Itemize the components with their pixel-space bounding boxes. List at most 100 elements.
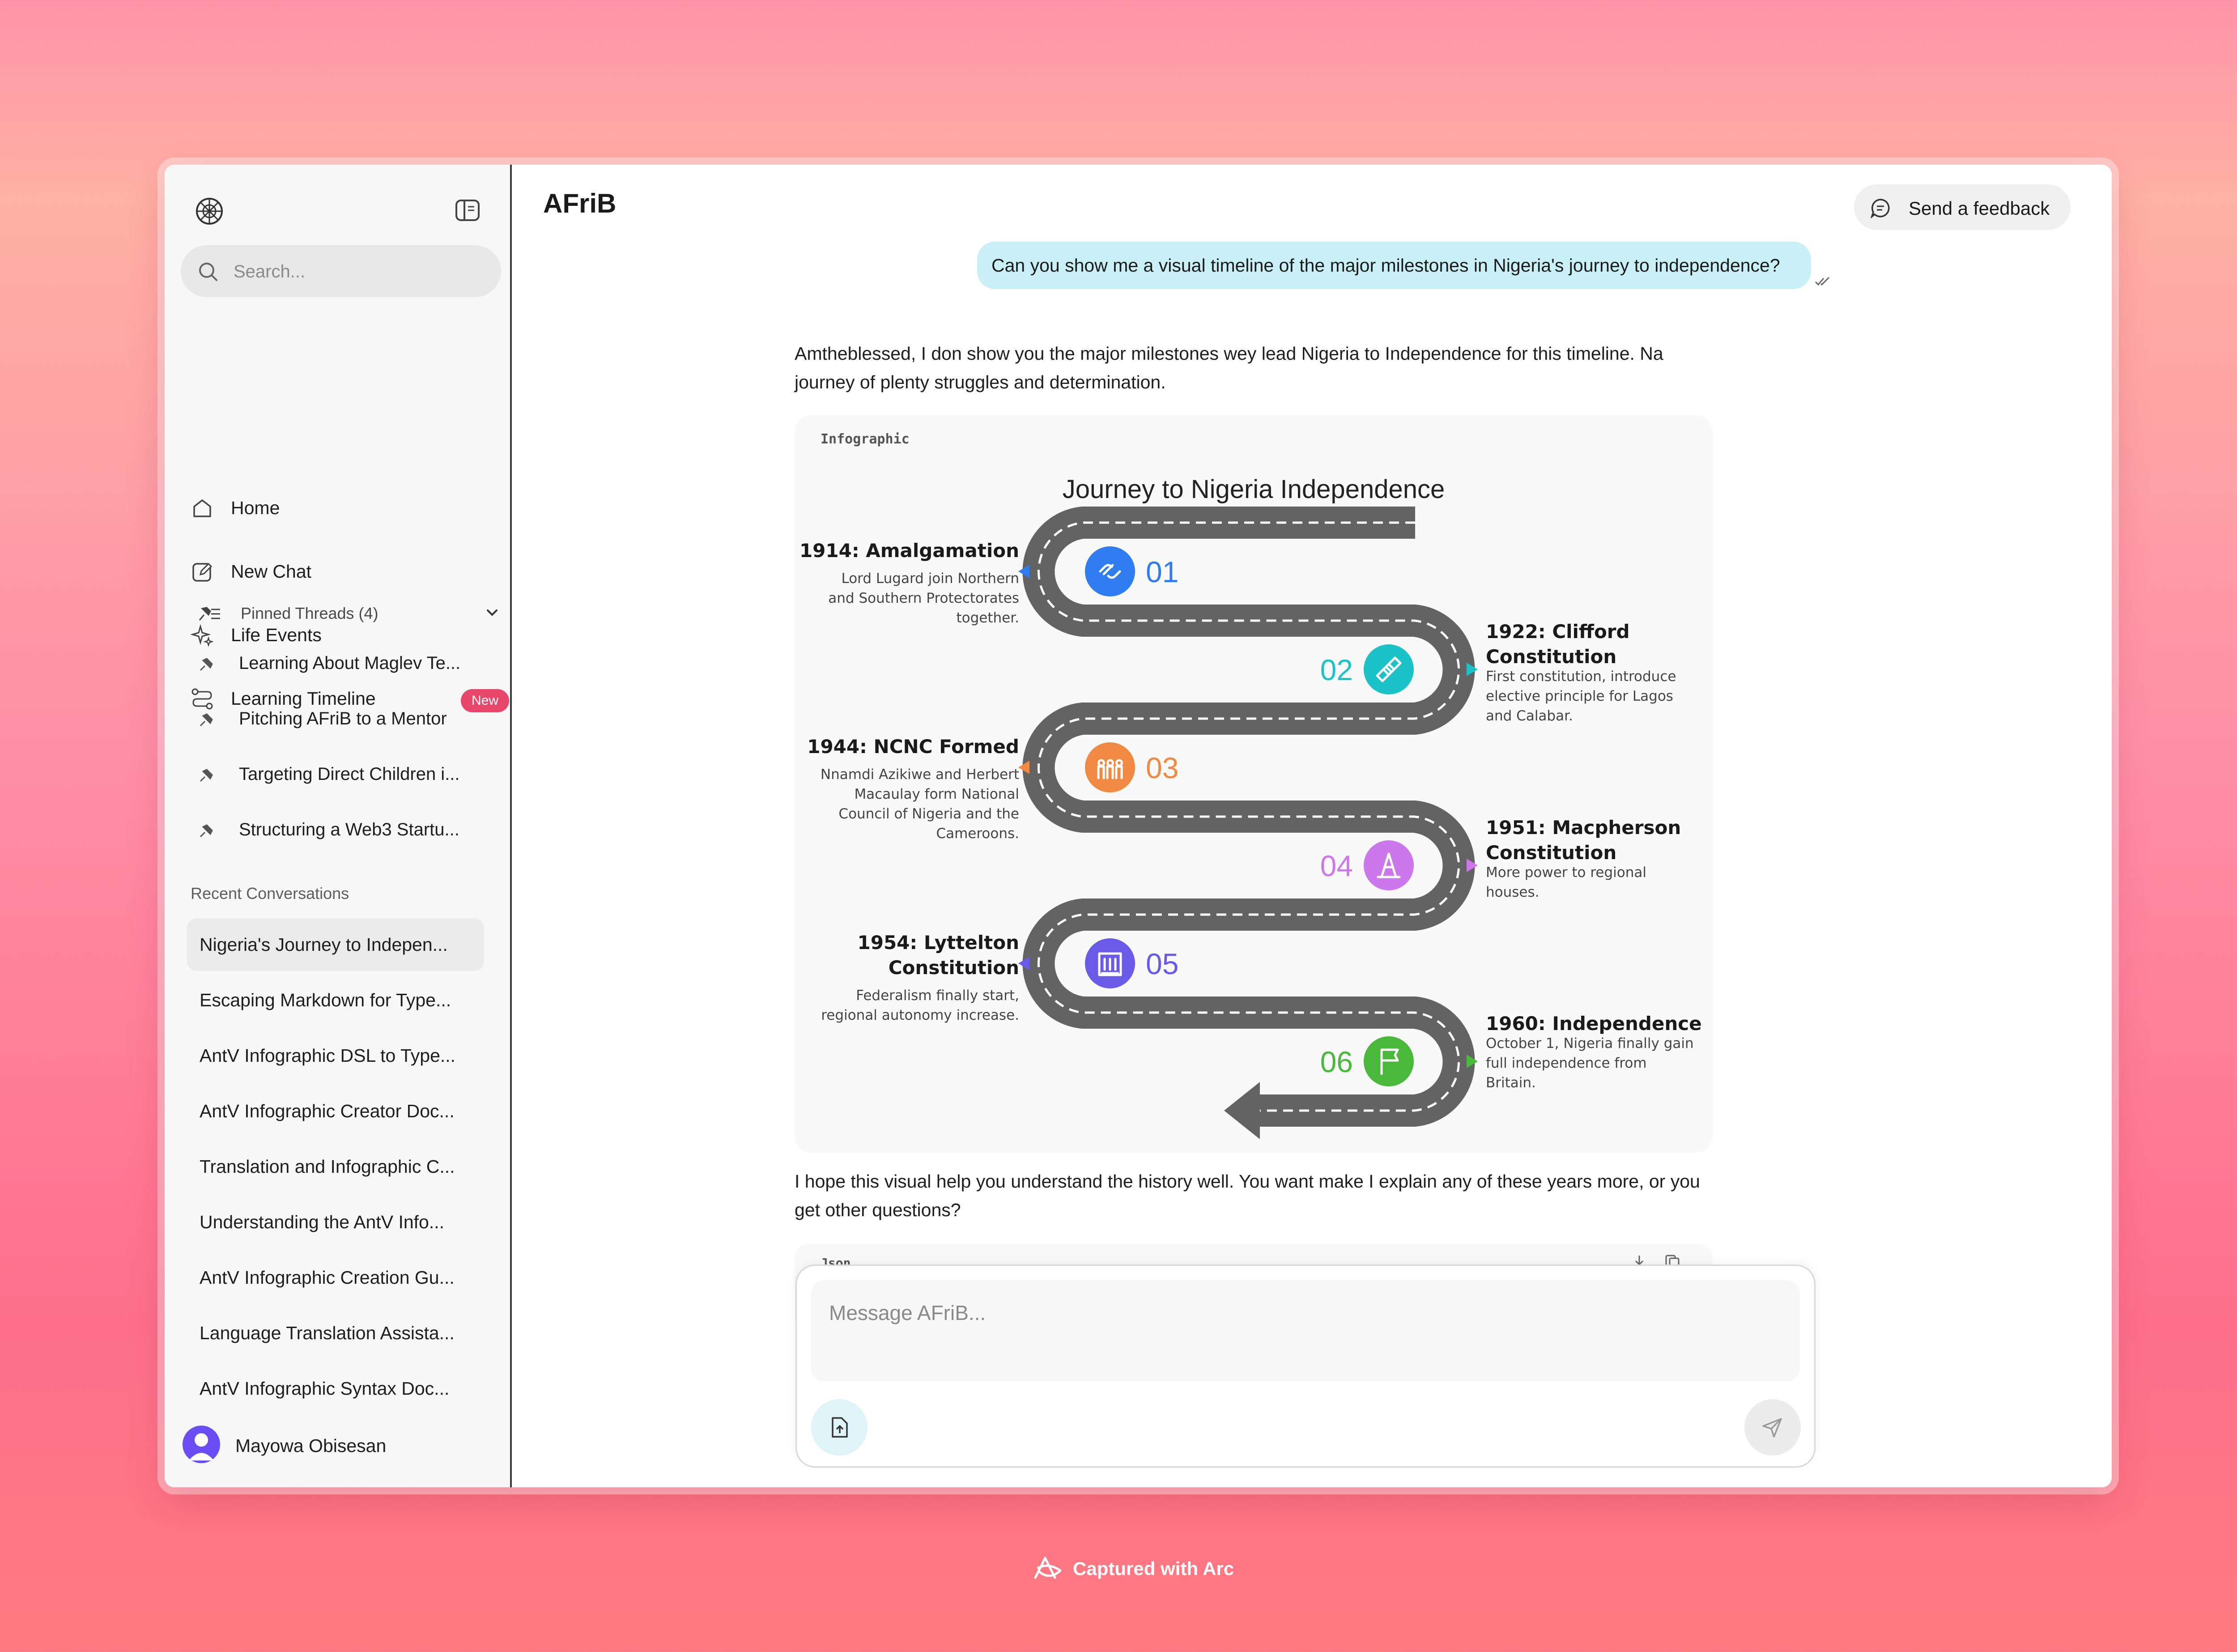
step-06-description: Britain. xyxy=(1486,1075,1536,1091)
nav-home-label: Home xyxy=(231,498,280,518)
captured-with-arc-label: Captured with Arc xyxy=(1073,1558,1234,1579)
user-message-text: Can you show me a visual timeline of the… xyxy=(991,255,1780,276)
pin-icon xyxy=(200,769,213,782)
step-06-number: 06 xyxy=(1320,1045,1353,1078)
main-area: AFriB Send a feedback Can you show me a … xyxy=(512,165,2112,1487)
conversation-item[interactable]: AntV Infographic Creator Doc... xyxy=(187,1085,484,1137)
step-03-number: 03 xyxy=(1146,751,1178,784)
pinned-thread-item[interactable]: Learning About Maglev Te... xyxy=(197,643,501,683)
arc-logo-icon xyxy=(1034,1557,1062,1579)
pinned-threads-header[interactable]: Pinned Threads (4) xyxy=(197,600,501,626)
step-02-title: 1922: Clifford xyxy=(1486,621,1630,643)
nav-new-chat[interactable]: New Chat xyxy=(191,550,499,591)
pinned-thread-item[interactable]: Pitching AFriB to a Mentor xyxy=(197,698,501,738)
step-04-description: More power to regional xyxy=(1486,864,1646,881)
app-window: Home New Chat Life Events Learning Timel… xyxy=(165,165,2112,1487)
search-input[interactable] xyxy=(233,253,485,290)
conversation-label: AntV Infographic Creator Doc... xyxy=(200,1101,455,1121)
step-05-number: 05 xyxy=(1146,947,1178,980)
pin-icon xyxy=(200,658,213,671)
step-04-title: 1951: Macpherson xyxy=(1486,817,1681,839)
app-logo-icon[interactable] xyxy=(194,196,225,226)
step-05-title: 1954: Lyttelton xyxy=(858,932,1019,954)
send-button[interactable] xyxy=(1744,1399,1801,1456)
sidebar-toggle-icon[interactable] xyxy=(455,199,481,222)
search-box[interactable] xyxy=(181,245,501,297)
pin-list-icon xyxy=(199,607,220,621)
double-check-icon xyxy=(1815,277,1830,286)
attach-file-button[interactable] xyxy=(811,1399,868,1456)
step-06-description: full independence from xyxy=(1486,1055,1647,1071)
infographic-canvas: Journey to Nigeria Independence 01 1914: A… xyxy=(800,475,1702,1139)
step-01-number: 01 xyxy=(1146,555,1178,588)
step-04-description: houses. xyxy=(1486,884,1540,900)
avatar xyxy=(183,1426,220,1463)
step-02-title: Constitution xyxy=(1486,646,1616,668)
step-02-number: 02 xyxy=(1320,653,1353,686)
conversation-label: Translation and Infographic C... xyxy=(200,1156,455,1177)
conversation-item[interactable]: Nigeria's Journey to Indepen... xyxy=(187,918,484,971)
conversation-label: Escaping Markdown for Type... xyxy=(200,990,451,1010)
step-01-description: together. xyxy=(957,610,1020,626)
search-icon xyxy=(199,263,217,281)
nav-new-chat-label: New Chat xyxy=(231,561,312,582)
recent-conversations-title: Recent Conversations xyxy=(191,884,349,903)
conversation-item[interactable]: AntV Infographic DSL to Type... xyxy=(187,1029,484,1082)
conversation-item[interactable]: Language Translation Assista... xyxy=(187,1307,484,1359)
chat-bubble-icon xyxy=(1870,199,1890,218)
ai-intro-text: Amtheblessed, I don show you the major m… xyxy=(795,343,1663,392)
user-message-bubble: Can you show me a visual timeline of the… xyxy=(977,242,1811,289)
step-05-description: regional autonomy increase. xyxy=(821,1007,1019,1023)
app-title: AFriB xyxy=(543,188,617,218)
infographic-title: Journey to Nigeria Independence xyxy=(1063,475,1445,504)
user-name: Mayowa Obisesan xyxy=(235,1435,387,1456)
step-02-description: First constitution, introduce xyxy=(1486,668,1676,685)
pinned-thread-item[interactable]: Targeting Direct Children i... xyxy=(197,754,501,794)
nav-home[interactable]: Home xyxy=(191,487,499,527)
conversation-item[interactable]: AntV Infographic Syntax Doc... xyxy=(187,1362,484,1415)
chevron-down-icon[interactable] xyxy=(483,605,501,621)
step-02-description: and Calabar. xyxy=(1486,708,1573,724)
conversation-item[interactable]: Escaping Markdown for Type... xyxy=(187,974,484,1026)
step-02-description: elective principle for Lagos xyxy=(1486,688,1673,704)
pin-icon xyxy=(200,713,213,727)
conversation-label: Understanding the AntV Info... xyxy=(200,1212,445,1232)
send-feedback-button[interactable]: Send a feedback xyxy=(1854,184,2071,230)
conversation-label: AntV Infographic Syntax Doc... xyxy=(200,1378,450,1399)
edit-icon xyxy=(192,562,213,582)
road-arrow-head xyxy=(1224,1082,1260,1139)
step-03-description: Cameroons. xyxy=(936,826,1019,842)
pinned-thread-label: Structuring a Web3 Startu... xyxy=(239,820,459,839)
step-06-title: 1960: Independence xyxy=(1486,1013,1702,1035)
step-05-title: Constitution xyxy=(889,957,1019,979)
step-01-title: 1914: Amalgamation xyxy=(800,540,1019,562)
step-04-title: Constitution xyxy=(1486,842,1616,864)
message-input[interactable] xyxy=(828,1300,1778,1364)
conversation-item[interactable]: Translation and Infographic C... xyxy=(187,1140,484,1193)
step-03-description: Council of Nigeria and the xyxy=(838,806,1019,822)
step-03-title: 1944: NCNC Formed xyxy=(807,736,1019,758)
pinned-thread-item[interactable]: Structuring a Web3 Startu... xyxy=(197,809,501,849)
ai-outro-text: I hope this visual help you understand t… xyxy=(795,1171,1700,1220)
send-feedback-label: Send a feedback xyxy=(1909,198,2050,219)
step-01-description: and Southern Protectorates xyxy=(828,590,1019,606)
message-composer xyxy=(795,1265,1816,1468)
conversation-label: AntV Infographic DSL to Type... xyxy=(200,1045,456,1066)
conversation-label: AntV Infographic Creation Gu... xyxy=(200,1267,455,1288)
message-field[interactable] xyxy=(811,1280,1800,1381)
conversation-item[interactable]: Understanding the AntV Info... xyxy=(187,1196,484,1248)
step-03-description: Nnamdi Azikiwe and Herbert xyxy=(821,766,1019,783)
user-profile[interactable]: Mayowa Obisesan xyxy=(183,1423,496,1466)
user-avatar-icon xyxy=(189,1433,214,1460)
step-01-circle xyxy=(1085,546,1135,596)
sidebar: Home New Chat Life Events Learning Timel… xyxy=(165,165,512,1487)
conversation-item[interactable]: AntV Infographic Creation Gu... xyxy=(187,1251,484,1304)
step-03-description: Macaulay form National xyxy=(854,786,1019,802)
captured-with-arc: Captured with Arc xyxy=(1032,1553,1264,1583)
conversation-label: Language Translation Assista... xyxy=(200,1323,455,1343)
pinned-thread-label: Pitching AFriB to a Mentor xyxy=(239,709,447,728)
file-upload-icon xyxy=(832,1417,848,1438)
pin-icon xyxy=(200,824,213,838)
pinned-thread-label: Learning About Maglev Te... xyxy=(239,653,461,673)
pinned-threads-label: Pinned Threads (4) xyxy=(241,604,379,622)
